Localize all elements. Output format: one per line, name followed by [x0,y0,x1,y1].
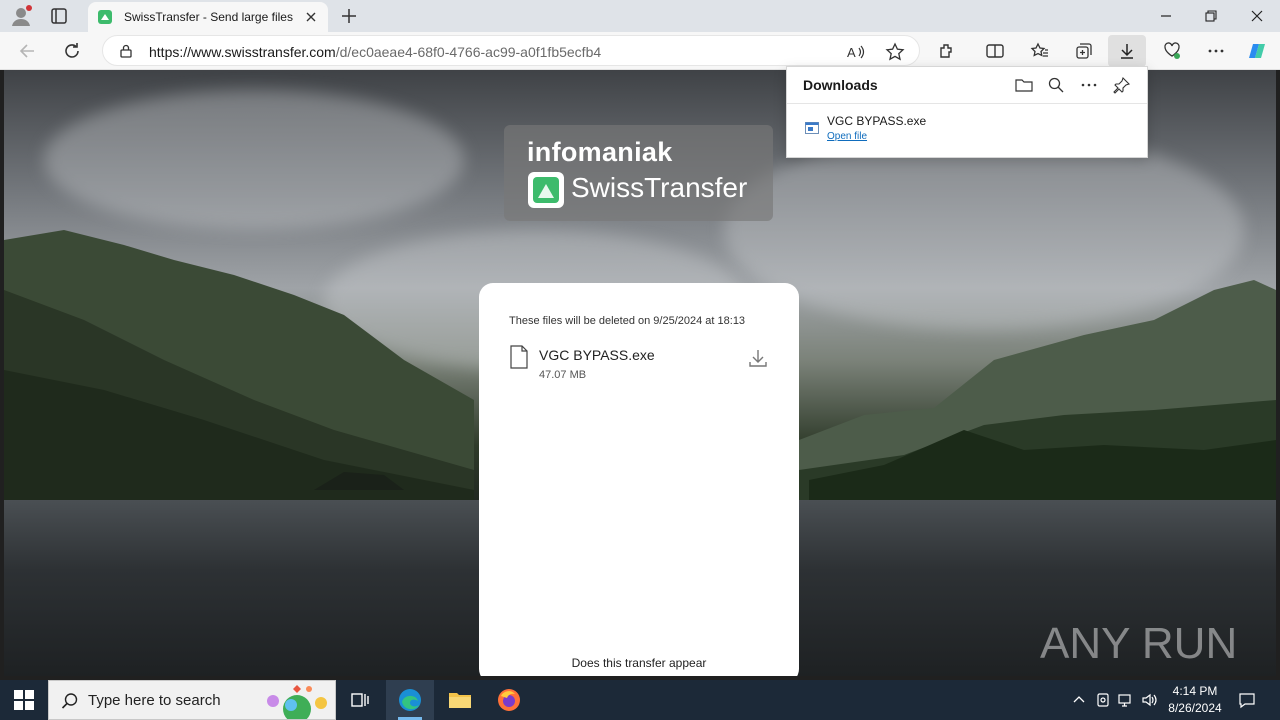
download-icon [1121,44,1133,59]
task-view-icon [351,693,369,707]
download-file-icon[interactable] [747,347,769,369]
download-item-name[interactable]: VGC BYPASS.exe [827,114,926,128]
page-viewport: infomaniak SwissTransfer These files wil… [4,70,1276,676]
more-download-options-icon[interactable] [1080,76,1098,94]
close-tab-icon[interactable] [304,10,318,24]
file-icon [510,345,528,369]
downloads-button[interactable] [1108,35,1146,67]
deletion-notice: These files will be deleted on 9/25/2024… [509,315,746,327]
close-window-icon[interactable] [1249,8,1265,24]
volume-icon[interactable] [1141,691,1159,709]
tab-actions-icon[interactable] [50,7,68,25]
edge-icon [399,689,421,711]
brand-logo-box[interactable]: infomaniak SwissTransfer [504,125,773,221]
clock-date: 8/26/2024 [1168,701,1222,715]
tab-swisstransfer[interactable]: SwissTransfer - Send large files se [88,2,328,32]
windows-start-icon[interactable] [14,690,34,710]
show-hidden-icons-icon[interactable] [1070,691,1088,709]
transfer-question: Does this transfer appear [571,656,707,670]
new-tab-icon[interactable] [340,7,358,25]
firefox-icon [498,689,520,711]
url-host: https://www.swisstransfer.com [149,44,336,60]
browser-essentials-icon[interactable] [1162,41,1182,61]
exe-file-icon [805,122,819,134]
taskbar-edge[interactable] [386,680,434,720]
divider [787,103,1147,104]
search-downloads-icon[interactable] [1047,76,1065,94]
open-file-link[interactable]: Open file [827,131,867,142]
refresh-icon[interactable] [62,41,82,61]
url-text[interactable]: https://www.swisstransfer.com/d/ec0aeae4… [149,44,601,60]
address-bar[interactable]: https://www.swisstransfer.com/d/ec0aeae4… [102,35,920,66]
downloads-title: Downloads [803,77,878,93]
search-highlight-art-icon [267,685,327,719]
folder-icon [449,693,471,708]
downloads-panel: Downloads VGC BYPASS.exe Open file [786,66,1148,158]
favorite-star-icon[interactable] [885,42,905,62]
network-icon[interactable] [1117,691,1135,709]
tab-title: SwissTransfer - Send large files se [124,10,296,24]
clock-time: 4:14 PM [1172,684,1218,698]
swisstransfer-favicon-icon [98,10,112,24]
taskbar-firefox[interactable] [485,680,533,720]
open-folder-icon[interactable] [1015,76,1033,94]
taskbar-search-box[interactable]: Type here to search [48,680,336,720]
device-icon[interactable] [1094,691,1112,709]
search-icon [61,693,78,709]
taskbar-file-explorer[interactable] [436,680,484,720]
url-path: /d/ec0aeae4-68f0-4766-ac99-a0f1fb5ecfb4 [335,44,602,60]
search-placeholder: Type here to search [88,692,221,709]
profile-icon[interactable] [10,5,32,27]
copilot-icon[interactable] [1247,41,1267,61]
pin-icon[interactable] [1113,76,1131,94]
windows-taskbar: Type here to search 4:14 PM 8/26/2024 [0,680,1280,720]
read-aloud-icon[interactable]: A [845,42,865,62]
more-options-icon[interactable] [1206,41,1226,61]
taskbar-clock[interactable]: 4:14 PM 8/26/2024 [1162,683,1228,717]
file-size: 47.07 MB [539,369,587,381]
lock-icon[interactable] [119,44,133,58]
tab-strip: SwissTransfer - Send large files se [0,0,1280,32]
brand-company: infomaniak [527,137,673,167]
extensions-icon[interactable] [937,41,957,61]
task-view-button[interactable] [336,680,384,720]
watermark-text: ANY RUN [1040,619,1236,668]
svg-text:A: A [847,45,856,60]
notifications-icon[interactable] [1238,691,1256,709]
swisstransfer-logo-icon [528,172,564,208]
collections-icon[interactable] [1074,41,1094,61]
transfer-card: These files will be deleted on 9/25/2024… [479,283,799,676]
split-screen-icon[interactable] [985,41,1005,61]
back-icon[interactable] [18,41,38,61]
file-name[interactable]: VGC BYPASS.exe [539,347,655,363]
browser-toolbar: https://www.swisstransfer.com/d/ec0aeae4… [0,32,1280,70]
favorites-icon[interactable] [1030,41,1050,61]
minimize-icon[interactable] [1158,8,1174,24]
anyrun-watermark: ANY RUN [1040,619,1236,668]
brand-product: SwissTransfer [571,172,748,203]
restore-icon[interactable] [1203,8,1219,24]
